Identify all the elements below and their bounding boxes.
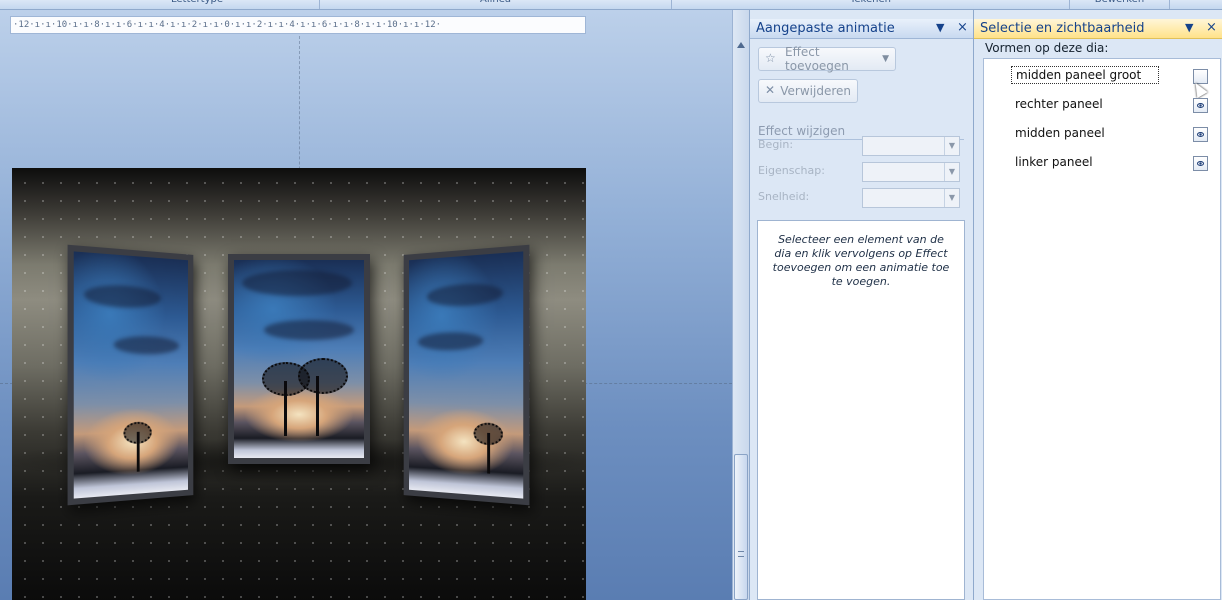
right-panel-image[interactable] [404,245,530,506]
shape-list[interactable]: midden paneel groot rechter paneel midde… [983,58,1221,600]
scrollbar-thumb[interactable] [734,454,748,600]
ribbon-group-font[interactable]: Lettertype [75,0,320,10]
ribbon-group-paragraph[interactable]: Alinea [320,0,672,10]
animation-list[interactable]: Selecteer een element van de dia en klik… [757,220,965,600]
visibility-toggle-icon[interactable] [1193,69,1208,84]
chevron-down-icon[interactable]: ▼ [944,137,959,155]
chevron-down-icon[interactable]: ▼ [944,163,959,181]
selection-pane-title: Selectie en zichtbaarheid [980,21,1145,36]
chevron-down-icon[interactable]: ▼ [944,189,959,207]
scroll-up-arrow-icon[interactable] [737,42,745,48]
tree-silhouette [464,412,513,475]
pane-menu-arrow-icon[interactable]: ▼ [936,21,944,34]
animation-pane-header: Aangepaste animatie ▼ × [750,19,973,39]
visibility-toggle-icon[interactable] [1193,127,1208,142]
visibility-toggle-icon[interactable] [1193,98,1208,113]
chevron-down-icon: ▼ [882,54,889,64]
speed-label: Snelheid: [758,190,809,203]
animation-hint-text: Selecteer een element van de dia en klik… [773,233,950,288]
close-icon[interactable]: × [1206,20,1217,35]
property-label: Eigenschap: [758,164,825,177]
list-item[interactable]: midden paneel groot [984,63,1220,89]
start-label: Begin: [758,138,793,151]
shape-name[interactable]: linker paneel [1015,155,1093,169]
ribbon-strip: Lettertype Alinea Tekenen Bewerken [0,0,1222,10]
visibility-toggle-icon[interactable] [1193,156,1208,171]
eye-icon [1197,161,1204,166]
tree-silhouette [114,411,161,473]
tree-silhouette [254,356,354,436]
selection-pane-header: Selectie en zichtbaarheid ▼ × [974,19,1222,39]
pane-menu-arrow-icon[interactable]: ▼ [1185,21,1193,34]
remove-button[interactable]: ✕ Verwijderen [758,79,858,103]
remove-label: Verwijderen [780,84,851,98]
eye-icon [1197,132,1204,137]
start-select[interactable]: ▼ [862,136,960,156]
middle-panel-image[interactable] [228,254,370,464]
slide-canvas[interactable] [12,168,586,600]
selection-visibility-pane: Selectie en zichtbaarheid ▼ × Vormen op … [973,10,1222,600]
ribbon-group-editing[interactable]: Bewerken [1070,0,1170,10]
speed-select[interactable]: ▼ [862,188,960,208]
list-item[interactable]: linker paneel [984,150,1220,176]
eye-icon [1197,103,1204,108]
cloud-shape [264,320,354,340]
editor-scrollbar[interactable] [732,10,749,600]
ribbon-group-drawing[interactable]: Tekenen [672,0,1070,10]
remove-effect-icon: ✕ [765,83,776,99]
star-effect-icon: ☆ [765,51,781,67]
add-effect-label: Effect toevoegen [785,45,876,73]
shape-name[interactable]: rechter paneel [1015,97,1103,111]
property-select[interactable]: ▼ [862,162,960,182]
list-item[interactable]: midden paneel [984,121,1220,147]
grip-icon [738,551,744,557]
horizontal-ruler[interactable]: ·12·ı·ı·10·ı·ı·8·ı·ı·6·ı·ı·4·ı·ı·2·ı·ı·0… [10,16,586,34]
shapes-on-slide-label: Vormen op deze dia: [985,41,1108,55]
animation-pane-title: Aangepaste animatie [756,21,895,36]
shape-name[interactable]: midden paneel [1015,126,1105,140]
list-item[interactable]: rechter paneel [984,92,1220,118]
add-effect-button[interactable]: ☆ Effect toevoegen ▼ [758,47,896,71]
slide-editor[interactable]: ·12·ı·ı·10·ı·ı·8·ı·ı·6·ı·ı·4·ı·ı·2·ı·ı·0… [0,10,732,600]
close-icon[interactable]: × [957,20,968,35]
left-panel-image[interactable] [68,245,194,506]
shape-name[interactable]: midden paneel groot [1011,66,1159,84]
cloud-shape [242,270,352,296]
custom-animation-pane: Aangepaste animatie ▼ × ☆ Effect toevoeg… [749,10,973,600]
